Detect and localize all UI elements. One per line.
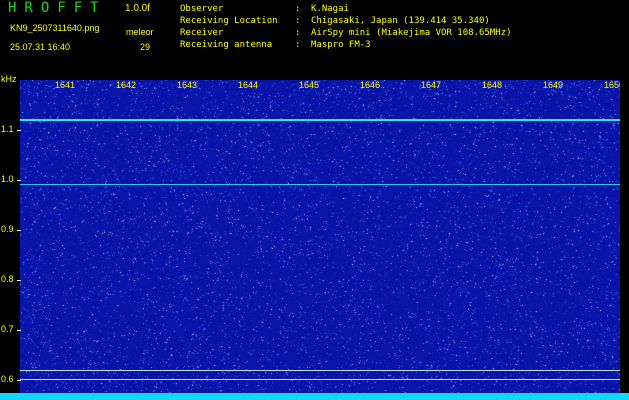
minute-label-1643: 1643 <box>177 80 198 90</box>
info-receiver: Receiver: AirSpy mini (Miakejima VOR 108.… <box>180 28 512 38</box>
app-title: HROFFT <box>8 0 107 16</box>
info-antenna: Receiving antenna: Maspro FM-3 <box>180 40 371 50</box>
observation-info: Observer: K.Nagai Receiving Location: Chig… <box>180 3 511 51</box>
y-label-0-9: 0.9 <box>1 224 14 234</box>
y-label-0-7: 0.7 <box>1 324 14 334</box>
right-axis <box>620 80 629 394</box>
signal-line-1-1 <box>20 119 620 121</box>
y-label-1-0: 1.0 <box>1 174 14 184</box>
version-label: 1.0.0f <box>125 3 151 14</box>
minute-label-1648: 1648 <box>482 80 503 90</box>
y-label-0-6: 0.6 <box>1 374 14 384</box>
minute-label-1647: 1647 <box>421 80 442 90</box>
count-label: 29 <box>140 42 151 52</box>
minute-label-1644: 1644 <box>238 80 259 90</box>
y-label-0-8: 0.8 <box>1 274 14 284</box>
datetime-label: 25.07.31 16:40 <box>10 42 71 52</box>
y-tick <box>17 380 21 381</box>
y-tick <box>17 230 21 231</box>
minute-label-1645: 1645 <box>299 80 320 90</box>
y-tick <box>17 330 21 331</box>
y-tick <box>17 180 21 181</box>
waterfall-spectrogram <box>20 80 620 394</box>
y-tick <box>17 130 21 131</box>
frequency-unit-label: kHz <box>1 74 17 84</box>
info-observer: Observer: K.Nagai <box>180 4 349 14</box>
waterfall-noise <box>20 80 620 394</box>
minute-label-1641: 1641 <box>55 80 76 90</box>
minute-label-1649: 1649 <box>543 80 564 90</box>
minute-label-1642: 1642 <box>116 80 137 90</box>
station-label: meleor <box>126 27 154 37</box>
filename-label: KN9_2507311640.png <box>10 23 100 33</box>
bottom-signal-band <box>0 393 629 400</box>
y-label-1-1: 1.1 <box>1 124 14 134</box>
signal-line-0-99 <box>20 184 620 185</box>
reference-line-upper <box>20 370 620 371</box>
y-tick <box>17 280 21 281</box>
minute-label-1646: 1646 <box>360 80 381 90</box>
header: HROFFT 1.0.0f KN9_2507311640.png meleor … <box>0 0 629 76</box>
reference-line-lower <box>20 379 620 380</box>
info-location: Receiving Location: Chigasaki, Japan (139… <box>180 16 490 26</box>
